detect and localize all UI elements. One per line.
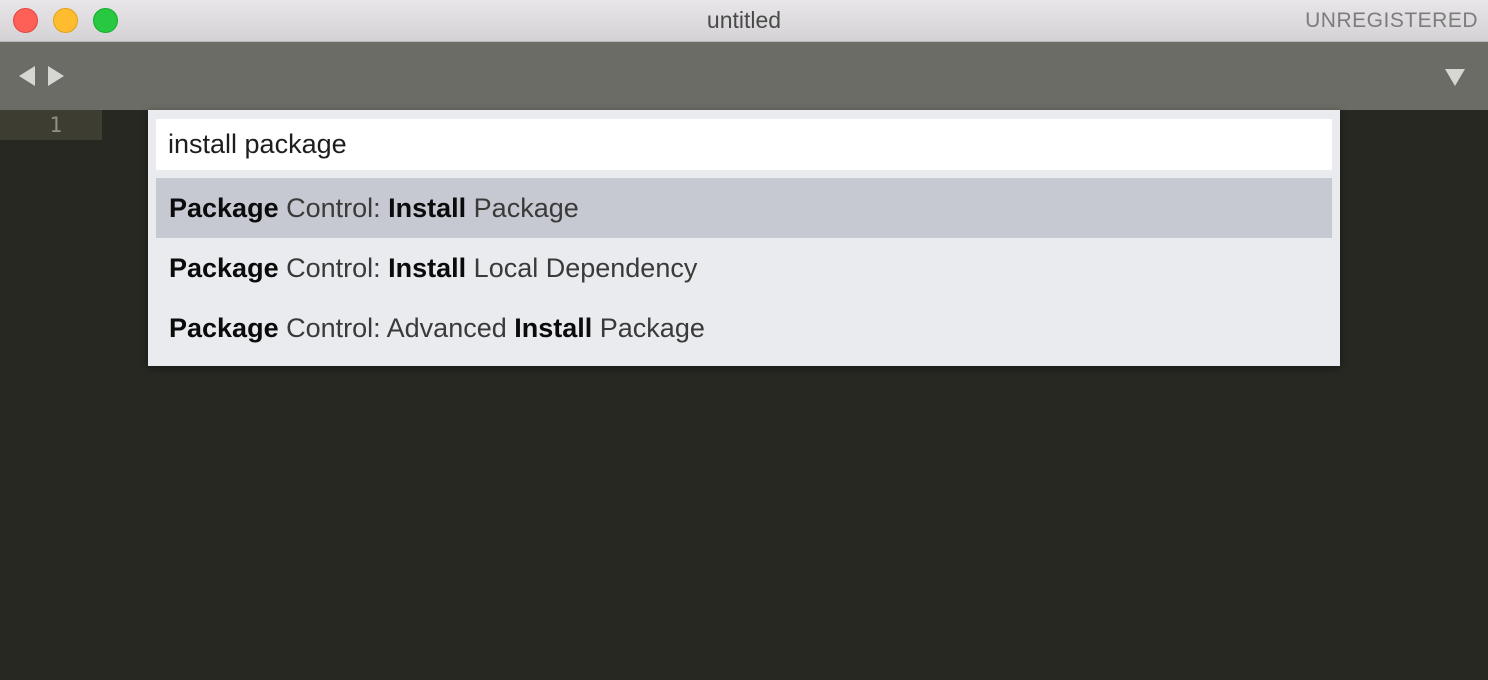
- tab-bar: [0, 42, 1488, 110]
- match-highlight: Package: [169, 313, 279, 343]
- command-result-item[interactable]: Package Control: Install Local Dependenc…: [156, 238, 1332, 298]
- match-highlight: Install: [388, 253, 467, 283]
- line-number: 1: [49, 113, 62, 137]
- match-highlight: Package: [169, 253, 279, 283]
- result-text: Package: [466, 193, 579, 223]
- triangle-down-icon[interactable]: [1445, 69, 1465, 86]
- title-bar: untitled UNREGISTERED: [0, 0, 1488, 42]
- result-text: Package: [592, 313, 705, 343]
- command-palette-input[interactable]: [156, 119, 1332, 170]
- window-title: untitled: [706, 7, 782, 33]
- current-line-gutter: 1: [0, 110, 102, 140]
- command-palette: Package Control: Install PackagePackage …: [148, 110, 1340, 366]
- chevron-left-icon[interactable]: [19, 66, 35, 86]
- match-highlight: Package: [169, 193, 279, 223]
- match-highlight: Install: [388, 193, 467, 223]
- command-result-item[interactable]: Package Control: Advanced Install Packag…: [156, 298, 1332, 358]
- result-text: Control:: [278, 193, 389, 223]
- result-text: Control: Advanced: [278, 313, 515, 343]
- result-text: Control:: [278, 253, 389, 283]
- chevron-right-icon[interactable]: [48, 66, 64, 86]
- match-highlight: Install: [514, 313, 593, 343]
- command-result-item[interactable]: Package Control: Install Package: [156, 178, 1332, 238]
- result-text: Local Dependency: [466, 253, 698, 283]
- registration-status: UNREGISTERED: [1305, 9, 1478, 32]
